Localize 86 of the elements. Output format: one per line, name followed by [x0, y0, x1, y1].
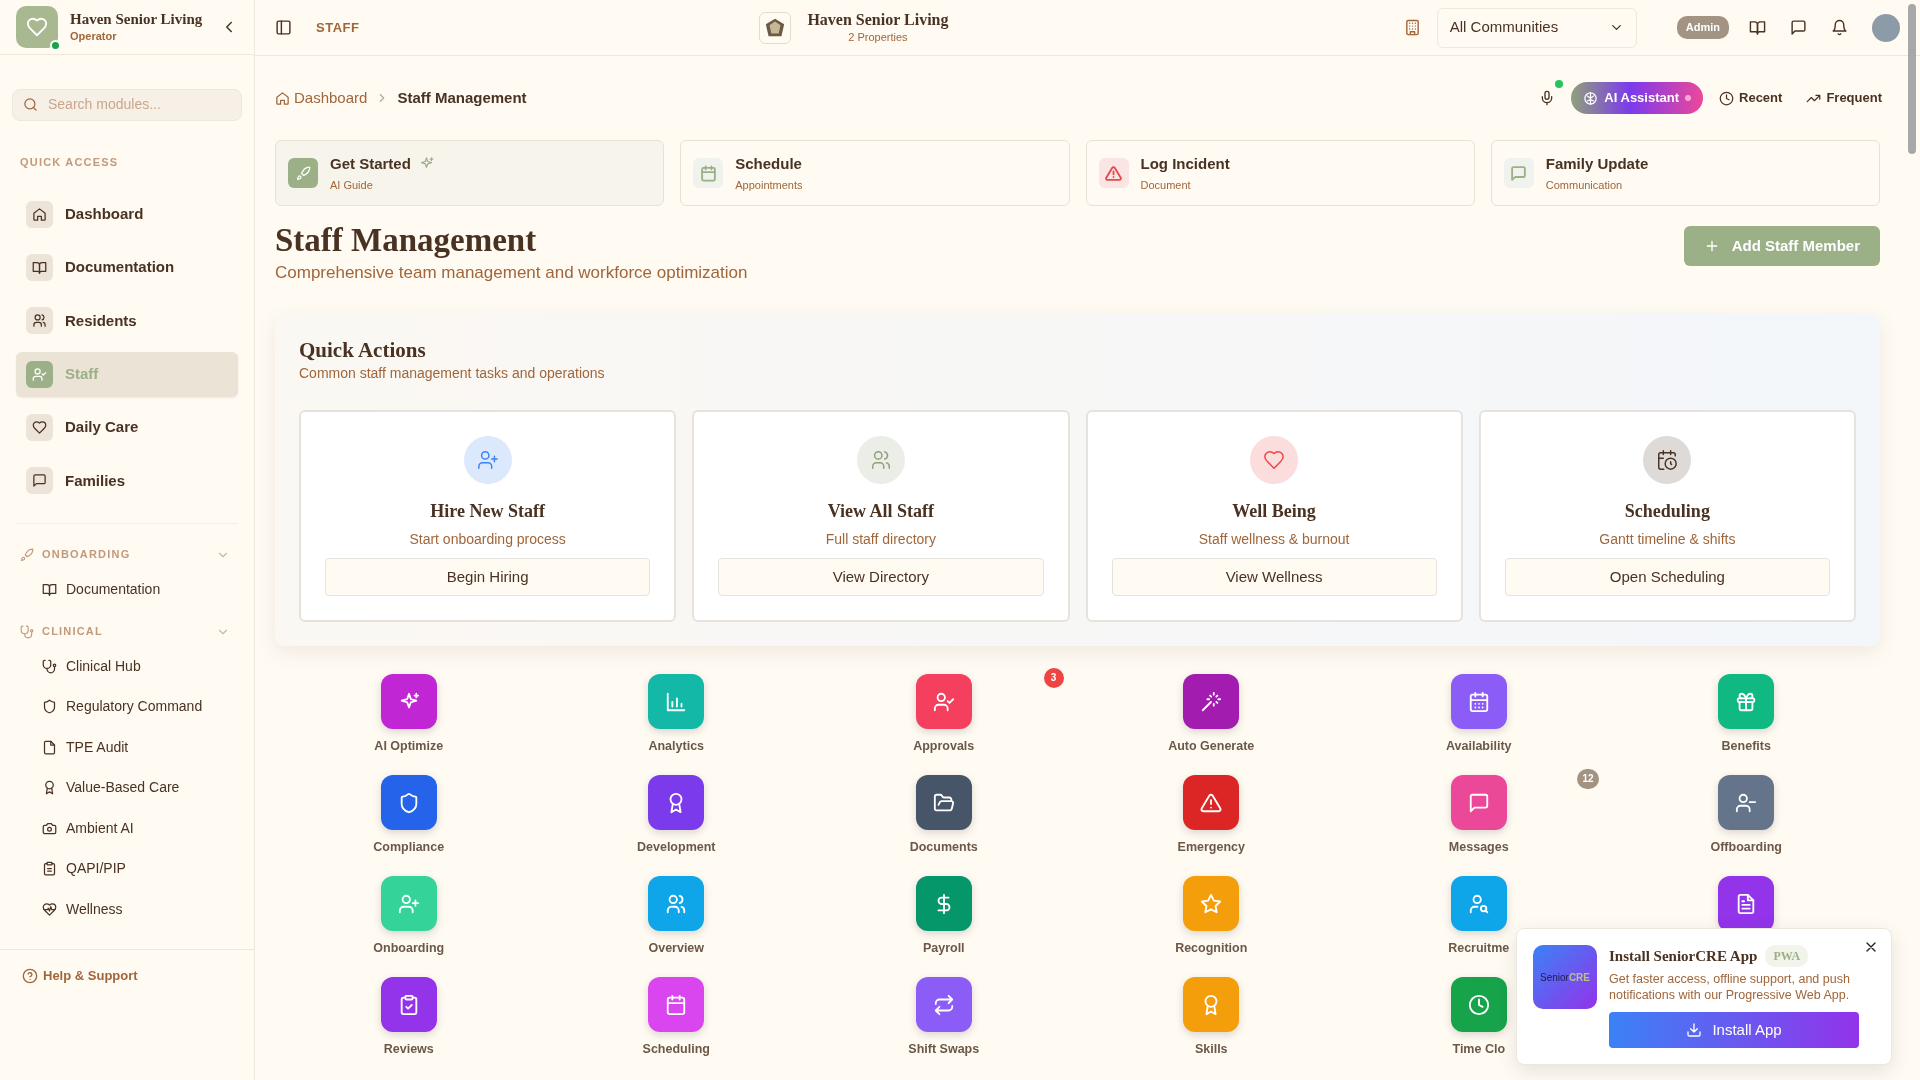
install-button[interactable]: Install App	[1609, 1012, 1859, 1049]
module-label: Shift Swaps	[908, 1041, 980, 1059]
nav-item[interactable]: Regulatory Command	[28, 690, 238, 723]
property-count: 2 Properties	[847, 29, 909, 45]
action-subtitle: Staff wellness & burnout	[1197, 530, 1351, 549]
shortcut-card[interactable]: Family Update Communication	[1490, 140, 1880, 206]
breadcrumb-link[interactable]: Dashboard	[275, 86, 368, 110]
nav-item[interactable]: Wellness	[28, 892, 238, 926]
shortcut-subtitle: Document	[1140, 178, 1192, 193]
shortcut-subtitle: AI Guide	[330, 178, 374, 193]
action-subtitle: Gantt timeline & shifts	[1598, 530, 1737, 549]
action-title: Hire New Staff	[429, 500, 547, 523]
module-label: Recognition	[1175, 940, 1248, 958]
action-title: Scheduling	[1623, 500, 1711, 523]
community-select[interactable]: All Communities	[1436, 7, 1637, 48]
module-label: Onboarding	[373, 940, 445, 958]
module-label: Development	[637, 839, 716, 857]
logo-text: SeniorCRE	[1540, 970, 1590, 985]
nav-item[interactable]: Families	[16, 458, 238, 504]
nav-item[interactable]: Documentation	[16, 245, 238, 291]
action-subtitle: Start onboarding process	[408, 530, 567, 549]
module-label: Time Clo	[1452, 1041, 1506, 1059]
frequent-link[interactable]: Frequent	[1806, 88, 1882, 108]
popup-title: Install SeniorCRE App	[1609, 947, 1758, 966]
action-button[interactable]: View Wellness	[1111, 558, 1437, 596]
app-title: Haven Senior Living	[70, 9, 204, 28]
nav-item[interactable]: Dashboard	[16, 191, 238, 237]
module-label: Messages	[1448, 839, 1509, 857]
action-title: Well Being	[1231, 500, 1317, 523]
nav-item[interactable]: Value-Based Care	[28, 771, 238, 804]
module-label: Benefits	[1721, 738, 1771, 756]
action-button[interactable]: Open Scheduling	[1504, 558, 1830, 596]
section-heading: QUICK ACCESS	[20, 155, 119, 168]
nav-item[interactable]: Residents	[16, 298, 238, 344]
module-label: Emergency	[1177, 839, 1245, 857]
nav-item[interactable]: Daily Care	[16, 404, 238, 451]
module-label: Recruitme	[1448, 940, 1510, 958]
action-button[interactable]: Begin Hiring	[325, 558, 651, 596]
pwa-tag: PWA	[1765, 945, 1809, 968]
panel-title: Quick Actions	[299, 337, 427, 363]
action-subtitle: Full staff directory	[824, 530, 937, 549]
panel-subtitle: Common staff management tasks and operations	[299, 364, 606, 383]
help-link[interactable]: Help & Support	[22, 966, 138, 986]
module-label: Availability	[1445, 738, 1512, 756]
module-label: Analytics	[648, 738, 705, 756]
user-role: Operator	[70, 28, 118, 44]
nav-item[interactable]: QAPI/PIP	[28, 852, 238, 885]
shortcut-subtitle: Appointments	[735, 178, 803, 193]
shortcut-title: Schedule	[735, 153, 802, 174]
module-label: Documents	[909, 839, 978, 857]
action-title: View All Staff	[826, 500, 936, 523]
shortcut-card[interactable]: Log Incident Document	[1085, 140, 1475, 206]
shortcut-title: Log Incident	[1140, 153, 1230, 174]
module-label: Compliance	[373, 839, 445, 857]
popup-text: Get faster access, offline support, and push notifications with our Progressive Web App.	[1609, 970, 1851, 1005]
shortcut-title: Get Started	[330, 153, 411, 174]
count-badge: 12	[1577, 769, 1599, 789]
page-subtitle: Comprehensive team management and workforce optimization	[275, 262, 748, 285]
nav-item[interactable]: Clinical Hub	[28, 649, 238, 683]
module-label: Scheduling	[642, 1041, 710, 1059]
section-label: STAFF	[316, 18, 360, 37]
nav-item[interactable]: Ambient AI	[28, 811, 238, 845]
module-label: Skills	[1194, 1041, 1228, 1059]
shortcut-title: Family Update	[1545, 153, 1649, 174]
search-bar[interactable]: Search modules...	[12, 89, 242, 121]
module-label: Reviews	[383, 1041, 434, 1059]
module-label: AI Optimize	[374, 738, 444, 756]
shortcut-subtitle: Communication	[1545, 178, 1624, 193]
nav-item[interactable]: TPE Audit	[28, 730, 238, 764]
breadcrumb-current: Staff Management	[397, 87, 527, 108]
shortcut-card[interactable]: Schedule Appointments	[680, 140, 1070, 206]
search-field[interactable]: Search modules...	[46, 93, 231, 117]
action-button[interactable]: View Directory	[718, 558, 1044, 596]
module-label: Payroll	[922, 940, 965, 958]
ai-assistant-button[interactable]: AI Assistant	[1571, 82, 1703, 114]
module-label: Auto Generate	[1168, 738, 1255, 756]
shortcut-card[interactable]: Get Started AI Guide	[275, 140, 665, 206]
recent-link[interactable]: Recent	[1719, 88, 1783, 108]
role-badge: Admin	[1676, 16, 1729, 39]
module-label: Approvals	[913, 738, 975, 756]
count-badge: 3	[1043, 668, 1064, 688]
page-title: Staff Management	[275, 222, 538, 259]
module-label: Overview	[648, 940, 705, 958]
nav-item[interactable]: Documentation	[28, 573, 238, 606]
property-title: Haven Senior Living	[807, 9, 949, 29]
module-label: Offboarding	[1710, 839, 1782, 857]
